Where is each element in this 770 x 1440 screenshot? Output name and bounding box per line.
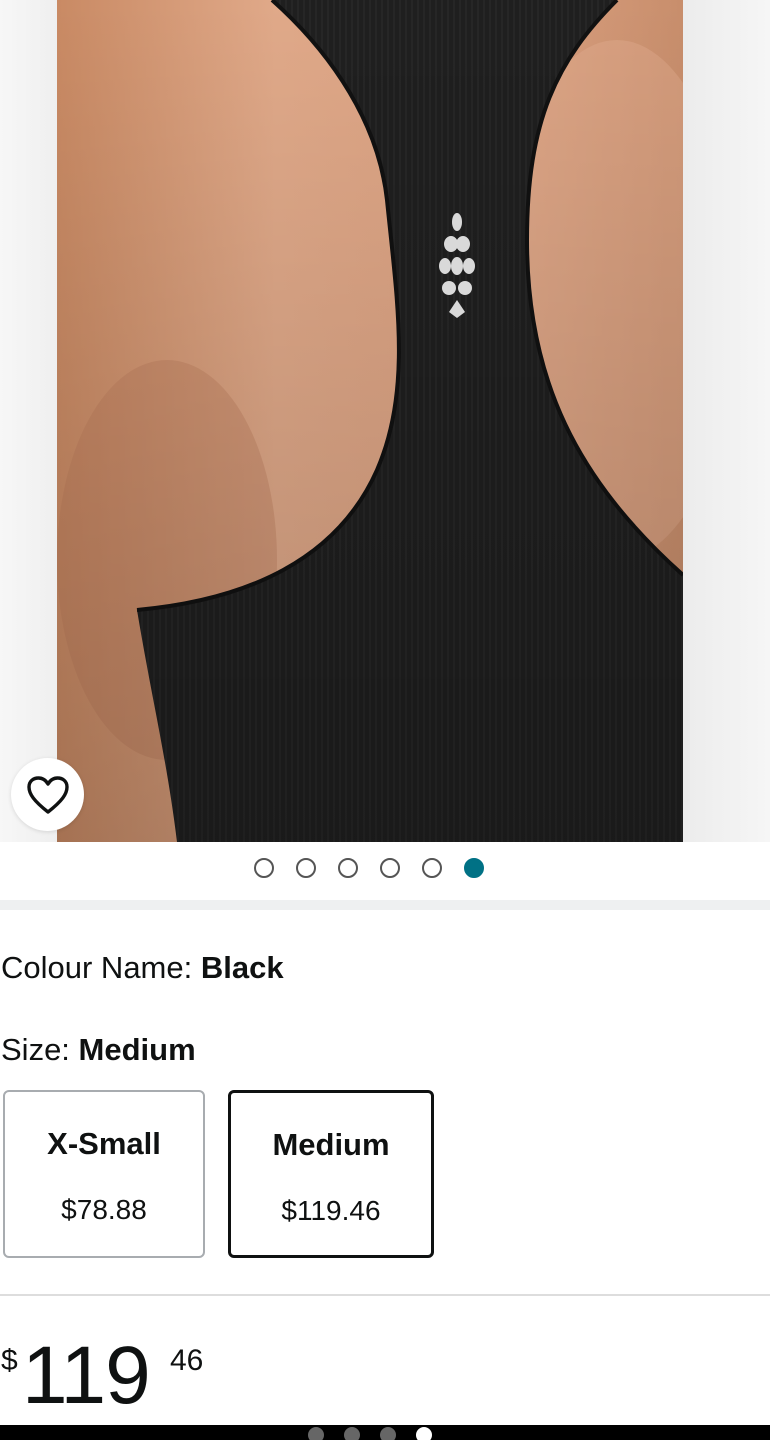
heart-outline-icon (26, 775, 69, 814)
colour-value: Black (200, 950, 284, 985)
nav-indicator-3 (380, 1427, 396, 1440)
pagination-dot-5[interactable] (422, 858, 442, 878)
pagination-dot-6[interactable] (464, 858, 484, 878)
nav-indicator-2 (344, 1427, 360, 1440)
price-divider (0, 1294, 770, 1296)
size-label: Size: (1, 1032, 79, 1067)
section-divider (0, 900, 770, 910)
image-pagination-dots (0, 842, 770, 902)
product-image-gallery[interactable] (0, 0, 770, 842)
price-fraction: 46 (170, 1344, 204, 1377)
product-photo[interactable] (57, 0, 683, 842)
size-option-x-small[interactable]: X-Small $78.88 (3, 1090, 205, 1258)
pagination-dot-3[interactable] (338, 858, 358, 878)
add-to-wishlist-button[interactable] (11, 758, 84, 831)
colour-label: Colour Name: (1, 950, 201, 985)
size-option-name: Medium (272, 1127, 390, 1162)
price-currency-symbol: $ (1, 1344, 18, 1377)
gallery-background-left (0, 0, 57, 842)
gallery-background-right (683, 0, 770, 842)
size-value: Medium (78, 1032, 196, 1067)
size-option-price: $78.88 (61, 1194, 147, 1225)
pagination-dot-4[interactable] (380, 858, 400, 878)
pagination-dot-2[interactable] (296, 858, 316, 878)
size-option-name: X-Small (47, 1126, 161, 1161)
size-option-price: $119.46 (281, 1195, 381, 1226)
pagination-dot-1[interactable] (254, 858, 274, 878)
price-whole: 119 (22, 1330, 151, 1421)
size-row: Size: Medium (1, 1030, 196, 1070)
nav-indicator-1 (308, 1427, 324, 1440)
system-navigation-bar (0, 1425, 770, 1440)
colour-name-row: Colour Name: Black (1, 948, 284, 988)
nav-indicator-4 (416, 1427, 432, 1440)
size-option-medium[interactable]: Medium $119.46 (228, 1090, 434, 1258)
